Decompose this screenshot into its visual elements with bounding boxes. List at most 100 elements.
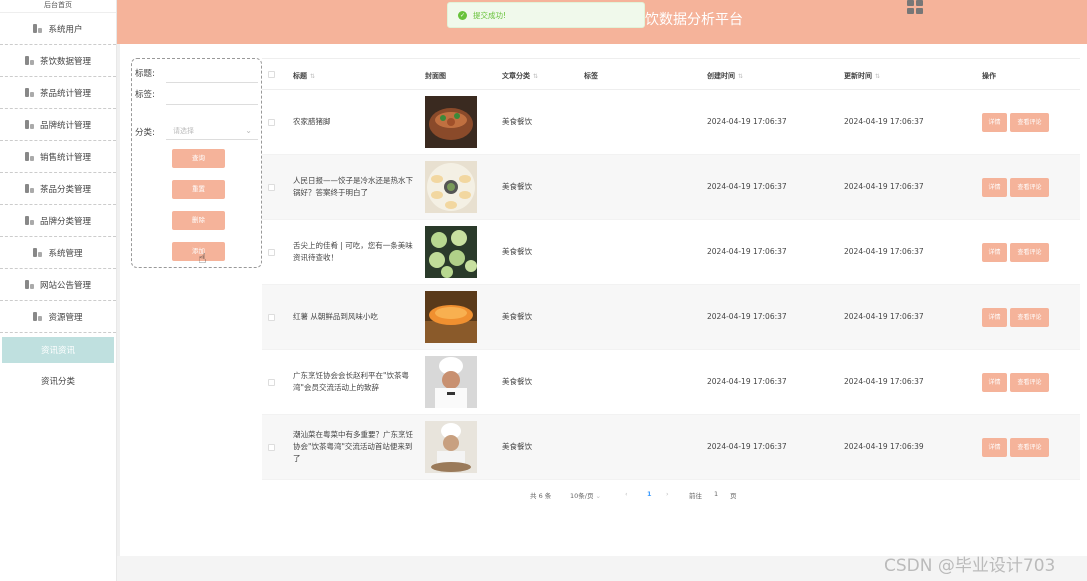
page-number-current[interactable]: 1 — [647, 490, 652, 498]
chevron-down-icon: ⌄ — [245, 126, 252, 135]
watermark: CSDN @毕业设计703 — [884, 556, 1056, 576]
menu-icon — [33, 312, 43, 321]
col-actions: 操作 — [982, 72, 996, 80]
row-updated: 2024-04-19 17:06:37 — [844, 247, 924, 256]
row-category: 美食餐饮 — [502, 312, 532, 321]
col-title[interactable]: 标题 ⇅ — [293, 71, 315, 81]
row-title: 广东烹饪协会会长赵利平在"饮茶粤湾"会员交流活动上的致辞 — [293, 371, 409, 392]
detail-button[interactable]: 详情 — [982, 113, 1007, 132]
sidebar-item-tea-stats[interactable]: 茶品统计管理 — [0, 77, 116, 109]
row-updated: 2024-04-19 17:06:37 — [844, 312, 924, 321]
row-category: 美食餐饮 — [502, 442, 532, 451]
category-label: 分类: — [135, 128, 155, 138]
view-comments-button[interactable]: 查看评论 — [1010, 243, 1049, 262]
row-category: 美食餐饮 — [502, 117, 532, 126]
row-created: 2024-04-19 17:06:37 — [707, 182, 787, 191]
view-comments-button[interactable]: 查看评论 — [1010, 438, 1049, 457]
row-checkbox[interactable] — [268, 444, 275, 451]
next-page-icon[interactable]: › — [666, 490, 669, 498]
page-size-select[interactable]: 10条/页 ⌄ — [570, 490, 601, 500]
sidebar-item-system[interactable]: 系统管理 — [0, 237, 116, 269]
toast-text: 提交成功! — [473, 10, 507, 20]
table-row: 农家腊猪脚 美食餐饮 2024-04-19 17:06:37 2024-04-1… — [262, 90, 1080, 155]
sort-icon[interactable]: ⇅ — [738, 73, 743, 80]
sidebar-item-users[interactable]: 系统用户 — [0, 13, 116, 45]
title-input[interactable] — [166, 65, 258, 83]
row-title: 农家腊猪脚 — [293, 117, 331, 126]
sort-icon[interactable]: ⇅ — [533, 73, 538, 80]
tag-label: 标签: — [135, 90, 155, 100]
table-row: 红薯 从朝鲜品到风味小吃 美食餐饮 2024-04-19 17:06:37 20… — [262, 285, 1080, 350]
table-row: 广东烹饪协会会长赵利平在"饮茶粤湾"会员交流活动上的致辞 美食餐饮 2024-0… — [262, 350, 1080, 415]
sort-icon[interactable]: ⇅ — [875, 73, 880, 80]
menu-icon — [24, 56, 34, 65]
page-unit-label: 页 — [730, 492, 737, 500]
view-comments-button[interactable]: 查看评论 — [1010, 373, 1049, 392]
data-table: 标题 ⇅ 封面图 文章分类 ⇅ 标签 创建时间 ⇅ 更新时间 ⇅ 操作 农家腊猪脚 美食… — [262, 58, 1080, 480]
goto-label: 前往 — [689, 492, 702, 500]
sort-icon[interactable]: ⇅ — [310, 73, 315, 80]
select-all-checkbox[interactable] — [268, 71, 275, 78]
search-button[interactable]: 查询 — [172, 149, 225, 168]
detail-button[interactable]: 详情 — [982, 178, 1007, 197]
row-updated: 2024-04-19 17:06:37 — [844, 377, 924, 386]
sidebar-item-brand-category[interactable]: 品牌分类管理 — [0, 205, 116, 237]
col-updated[interactable]: 更新时间 ⇅ — [844, 71, 880, 81]
success-toast: ✓ 提交成功! — [447, 2, 645, 28]
row-title: 潮汕菜在粤菜中有多重要？广东烹饪协会"饮茶粤湾"交流活动首站便来到了 — [293, 430, 413, 463]
menu-icon — [24, 184, 34, 193]
view-comments-button[interactable]: 查看评论 — [1010, 308, 1049, 327]
sidebar-item-notice[interactable]: 网站公告管理 — [0, 269, 116, 301]
menu-icon — [33, 24, 43, 33]
row-category: 美食餐饮 — [502, 247, 532, 256]
cover-image — [425, 291, 477, 343]
check-icon: ✓ — [458, 10, 467, 20]
detail-button[interactable]: 详情 — [982, 438, 1007, 457]
cover-image — [425, 226, 477, 278]
sidebar-home[interactable]: 后台首页 — [0, 0, 116, 13]
divider — [117, 44, 120, 556]
row-updated: 2024-04-19 17:06:39 — [844, 442, 924, 451]
delete-button[interactable]: 删除 — [172, 211, 225, 230]
detail-button[interactable]: 详情 — [982, 243, 1007, 262]
title-label: 标题: — [135, 69, 155, 79]
row-updated: 2024-04-19 17:06:37 — [844, 117, 924, 126]
prev-page-icon[interactable]: ‹ — [625, 490, 628, 498]
goto-input[interactable]: 1 — [714, 490, 718, 498]
table-row: 人民日报——饺子是冷水还是热水下锅好？答案终于明白了 美食餐饮 2024-04-… — [262, 155, 1080, 220]
row-created: 2024-04-19 17:06:37 — [707, 247, 787, 256]
row-category: 美食餐饮 — [502, 377, 532, 386]
col-cover: 封面图 — [425, 72, 446, 80]
row-category: 美食餐饮 — [502, 182, 532, 191]
reset-button[interactable]: 重置 — [172, 180, 225, 199]
grid-icon[interactable] — [907, 0, 923, 14]
sidebar-item-tea-category[interactable]: 茶品分类管理 — [0, 173, 116, 205]
detail-button[interactable]: 详情 — [982, 308, 1007, 327]
row-checkbox[interactable] — [268, 249, 275, 256]
view-comments-button[interactable]: 查看评论 — [1010, 178, 1049, 197]
category-select[interactable]: 请选择 ⌄ — [166, 122, 258, 140]
sidebar-item-resource[interactable]: 资源管理 — [0, 301, 116, 333]
sidebar-item-tea-data[interactable]: 茶饮数据管理 — [0, 45, 116, 77]
detail-button[interactable]: 详情 — [982, 373, 1007, 392]
view-comments-button[interactable]: 查看评论 — [1010, 113, 1049, 132]
col-category[interactable]: 文章分类 ⇅ — [502, 71, 538, 81]
sidebar-item-brand-stats[interactable]: 品牌统计管理 — [0, 109, 116, 141]
row-checkbox[interactable] — [268, 184, 275, 191]
row-updated: 2024-04-19 17:06:37 — [844, 182, 924, 191]
row-created: 2024-04-19 17:06:37 — [707, 117, 787, 126]
cover-image — [425, 96, 477, 148]
col-tag: 标签 — [584, 72, 598, 80]
cover-image — [425, 161, 477, 213]
sidebar-subitem-news[interactable]: 资讯资讯 — [2, 337, 114, 363]
sidebar-item-sales-stats[interactable]: 销售统计管理 — [0, 141, 116, 173]
col-created[interactable]: 创建时间 ⇅ — [707, 71, 743, 81]
sidebar-subitem-news-category[interactable]: 资讯分类 — [0, 367, 116, 395]
row-checkbox[interactable] — [268, 119, 275, 126]
row-checkbox[interactable] — [268, 379, 275, 386]
chevron-down-icon: ⌄ — [595, 492, 601, 500]
row-created: 2024-04-19 17:06:37 — [707, 442, 787, 451]
tag-input[interactable] — [166, 87, 258, 105]
row-checkbox[interactable] — [268, 314, 275, 321]
cover-image — [425, 421, 477, 473]
